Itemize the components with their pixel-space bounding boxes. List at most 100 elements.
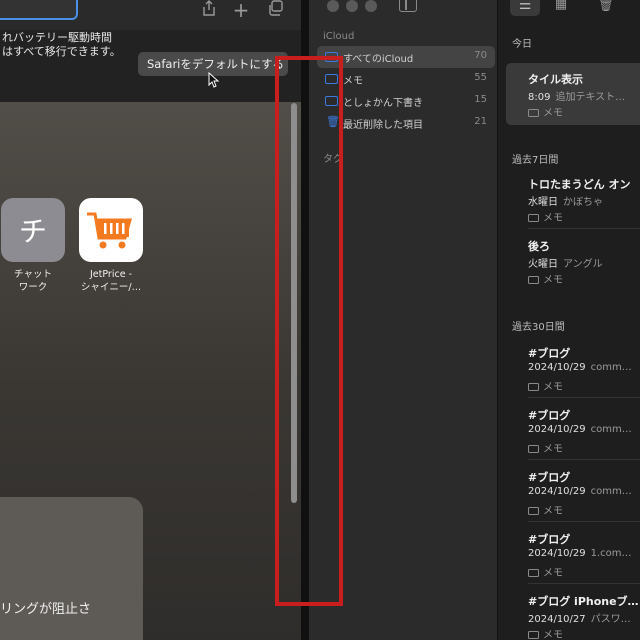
note-meta: 2024/10/29 comm… bbox=[528, 486, 632, 497]
sidebar-toggle-icon[interactable] bbox=[399, 0, 417, 12]
folder-icon bbox=[528, 383, 539, 391]
trash-icon[interactable]: 🗑 bbox=[596, 0, 616, 16]
note-meta: 8:09 追加テキスト… bbox=[528, 88, 625, 103]
note-preview: comm… bbox=[590, 424, 632, 435]
plus-icon[interactable]: + bbox=[231, 0, 251, 20]
note-separator bbox=[528, 459, 640, 460]
chatwork-icon: チ bbox=[1, 198, 65, 262]
note-folder: メモ bbox=[528, 271, 563, 286]
note-title: 後ろ bbox=[528, 240, 550, 253]
gallery-view-icon[interactable]: ▦ bbox=[551, 0, 571, 16]
folder-icon bbox=[325, 52, 338, 62]
note-preview: アングル bbox=[563, 259, 603, 270]
note-preview: パスワ… bbox=[590, 614, 631, 625]
folder-all-icloud[interactable]: すべてのiCloud 70 bbox=[317, 46, 495, 68]
note-meta: 2024/10/27 パスワ… bbox=[528, 610, 631, 625]
note-preview: 1.com… bbox=[590, 548, 632, 559]
folder-library-drafts[interactable]: としょかん下書き 15 bbox=[317, 90, 495, 112]
safari-toolbar: + bbox=[0, 0, 301, 30]
address-field[interactable] bbox=[0, 0, 78, 20]
folder-count: 70 bbox=[474, 50, 487, 61]
note-meta: 2024/10/29 comm… bbox=[528, 424, 632, 435]
note-folder-name: メモ bbox=[543, 275, 563, 286]
note-folder: メモ bbox=[528, 564, 563, 579]
note-folder-name: メモ bbox=[543, 382, 563, 393]
note-title: #ブログ bbox=[528, 347, 571, 360]
note-title: #ブログ bbox=[528, 471, 571, 484]
note-separator bbox=[528, 397, 640, 398]
note-folder-name: メモ bbox=[543, 630, 563, 640]
note-preview: かぼちゃ bbox=[563, 197, 603, 208]
window-divider bbox=[301, 0, 309, 640]
folder-notes[interactable]: メモ 55 bbox=[317, 68, 495, 90]
folder-icon bbox=[528, 631, 539, 639]
folder-name: 最近削除した項目 bbox=[343, 120, 423, 131]
cart-glyph bbox=[87, 212, 132, 249]
note-item[interactable]: トロたまうどん オン 水曜日 かぼちゃ メモ bbox=[506, 168, 640, 230]
tags-label: タグ bbox=[323, 154, 343, 165]
list-view-icon[interactable]: ☰ bbox=[510, 0, 540, 16]
notes-toolbar: ☰ ▦ 🗑 bbox=[498, 0, 640, 22]
note-meta: 2024/10/29 1.com… bbox=[528, 548, 632, 559]
favorite-label: JetPrice - シャイニー/… bbox=[80, 269, 142, 293]
note-item[interactable]: #ブログ 2024/10/29 comm… メモ bbox=[506, 337, 640, 399]
note-separator bbox=[528, 521, 640, 522]
shopping-cart-icon bbox=[79, 198, 143, 262]
content-card[interactable] bbox=[0, 497, 143, 640]
note-folder: メモ bbox=[528, 626, 563, 640]
note-folder: メモ bbox=[528, 440, 563, 455]
note-separator bbox=[528, 583, 640, 584]
favorite-label: チャット ワーク bbox=[14, 269, 52, 293]
folder-count: 55 bbox=[474, 72, 487, 83]
note-meta: 火曜日 アングル bbox=[528, 255, 603, 270]
note-folder-name: メモ bbox=[543, 568, 563, 579]
section-heading: 過去7日間 bbox=[512, 155, 559, 166]
folder-icon bbox=[528, 109, 539, 117]
close-window-icon[interactable] bbox=[327, 0, 339, 12]
favorite-chatwork[interactable]: チ チャット ワーク bbox=[0, 198, 73, 294]
note-date: 2024/10/27 bbox=[528, 614, 586, 625]
note-folder-name: メモ bbox=[543, 444, 563, 455]
note-preview: comm… bbox=[590, 486, 632, 497]
tabs-overview-glyph bbox=[269, 0, 283, 16]
section-heading: 過去30日間 bbox=[512, 322, 565, 333]
note-title: トロたまうどん オン bbox=[528, 178, 631, 191]
note-date: 2024/10/29 bbox=[528, 486, 586, 497]
folder-icon bbox=[528, 507, 539, 515]
folder-icon bbox=[325, 74, 338, 84]
note-folder-name: メモ bbox=[543, 108, 563, 119]
note-title: タイル表示 bbox=[528, 73, 583, 86]
folder-name: メモ bbox=[343, 76, 363, 87]
folder-count: 21 bbox=[474, 116, 487, 127]
card-text: リングが阻止さ bbox=[0, 602, 92, 617]
minimize-window-icon[interactable] bbox=[346, 0, 358, 12]
note-separator bbox=[528, 228, 640, 229]
section-heading: 今日 bbox=[512, 39, 532, 50]
note-item[interactable]: #ブログ 2024/10/29 1.com… メモ bbox=[506, 523, 640, 585]
folder-recently-deleted[interactable]: 🗑 最近削除した項目 21 bbox=[317, 112, 495, 134]
note-item[interactable]: タイル表示 8:09 追加テキスト… メモ bbox=[506, 63, 640, 125]
note-folder: メモ bbox=[528, 502, 563, 517]
note-item[interactable]: #ブログ 2024/10/29 comm… メモ bbox=[506, 399, 640, 461]
note-folder: メモ bbox=[528, 209, 563, 224]
note-date: 火曜日 bbox=[528, 259, 558, 270]
note-item[interactable]: #ブログ iPhoneブ… 2024/10/27 パスワ… メモ bbox=[506, 585, 640, 640]
note-folder: メモ bbox=[528, 104, 563, 119]
note-item[interactable]: 後ろ 火曜日 アングル メモ bbox=[506, 230, 640, 292]
note-folder-name: メモ bbox=[543, 213, 563, 224]
account-label: iCloud bbox=[323, 31, 355, 42]
note-item[interactable]: #ブログ 2024/10/29 comm… メモ bbox=[506, 461, 640, 523]
note-date: 2024/10/29 bbox=[528, 424, 586, 435]
note-meta: 2024/10/29 comm… bbox=[528, 362, 632, 373]
zoom-window-icon[interactable] bbox=[365, 0, 377, 12]
favorite-jetprice[interactable]: JetPrice - シャイニー/… bbox=[71, 198, 151, 294]
folder-icon bbox=[325, 96, 338, 106]
tabs-overview-icon[interactable] bbox=[266, 0, 286, 20]
notes-sidebar: iCloud すべてのiCloud 70 メモ 55 としょかん下書き 15 🗑… bbox=[309, 0, 497, 640]
note-date: 水曜日 bbox=[528, 197, 558, 208]
folder-icon bbox=[528, 214, 539, 222]
share-icon[interactable] bbox=[199, 0, 219, 20]
folder-icon bbox=[528, 569, 539, 577]
scrollbar-thumb[interactable] bbox=[291, 103, 297, 503]
notice-text: れバッテリー駆動時間 はすべて移行できます。 bbox=[2, 31, 121, 58]
